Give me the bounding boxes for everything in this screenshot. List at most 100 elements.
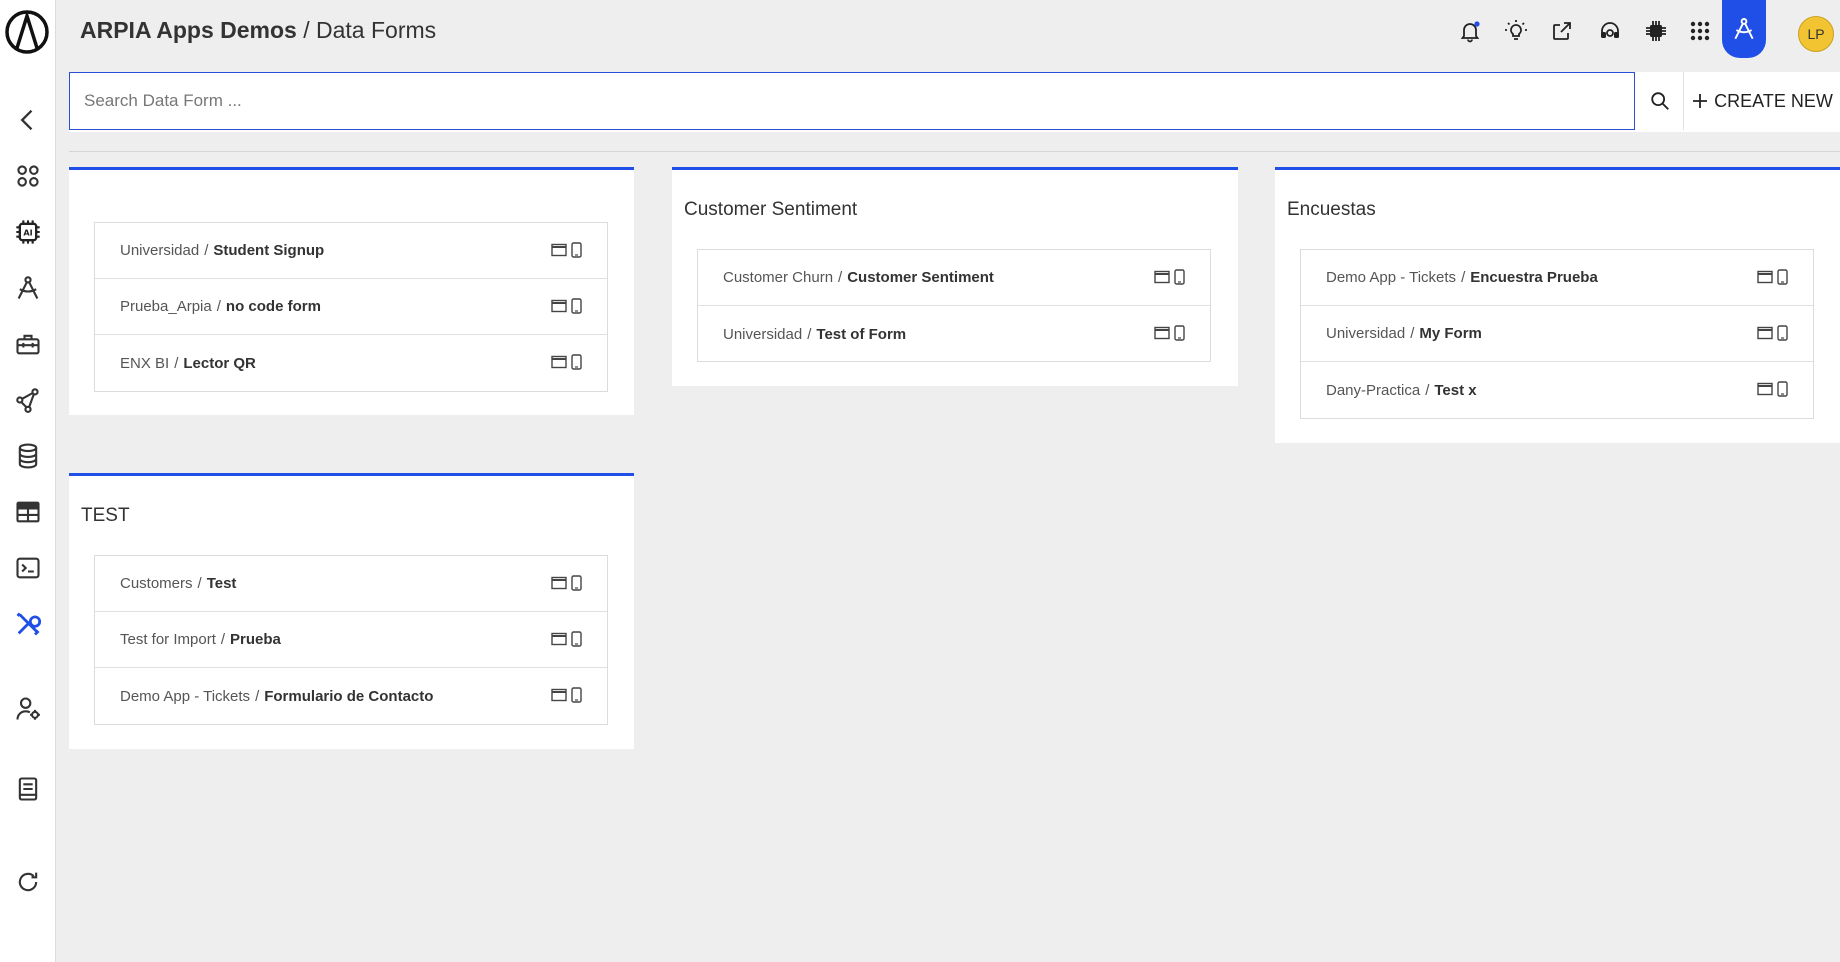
desktop-view-icon[interactable]	[1757, 382, 1773, 396]
mobile-view-icon[interactable]	[571, 575, 582, 591]
mobile-view-icon[interactable]	[1174, 325, 1185, 341]
support-button[interactable]	[1592, 13, 1628, 49]
search-input[interactable]	[69, 72, 1635, 130]
form-sep: /	[174, 354, 179, 372]
form-item[interactable]: Demo App - Tickets / Formulario de Contact…	[95, 668, 607, 724]
breadcrumb-app[interactable]: ARPIA Apps Demos	[80, 17, 297, 43]
form-item[interactable]: Test for Import / Prueba	[95, 612, 607, 668]
network-icon	[15, 388, 39, 413]
form-app: Dany-Practica	[1326, 381, 1421, 399]
form-item[interactable]: Prueba_Arpia / no code form	[95, 279, 607, 335]
sidebar-item-tools[interactable]	[0, 602, 55, 646]
compass-icon	[1734, 18, 1754, 40]
mobile-view-icon[interactable]	[1174, 269, 1185, 285]
form-name: Student Signup	[213, 242, 325, 259]
notifications-button[interactable]	[1452, 13, 1488, 49]
table-icon	[15, 501, 40, 523]
mobile-view-icon[interactable]	[1777, 325, 1788, 341]
view-icons	[1757, 269, 1788, 285]
apps-grid-button[interactable]	[1682, 13, 1718, 49]
sidebar-item-apps[interactable]	[0, 154, 55, 198]
form-sep: /	[1410, 325, 1415, 342]
desktop-view-icon[interactable]	[1154, 270, 1170, 284]
form-name: Test	[206, 575, 237, 592]
refresh-button[interactable]	[0, 860, 55, 904]
create-new-label: CREATE NEW	[1714, 90, 1833, 111]
view-icons	[551, 631, 582, 647]
ai-chip-icon: AI	[15, 220, 40, 244]
form-app: Customer Churn	[723, 269, 834, 286]
view-icons	[1757, 325, 1788, 341]
desktop-view-icon[interactable]	[551, 299, 567, 313]
desktop-view-icon[interactable]	[1757, 270, 1773, 284]
form-app: Universidad	[120, 242, 200, 259]
mobile-view-icon[interactable]	[571, 242, 582, 258]
form-app: Prueba_Arpia	[120, 298, 212, 315]
toolbox-icon	[15, 334, 40, 355]
sidebar-item-user-settings[interactable]	[0, 687, 55, 731]
form-sep: /	[1461, 269, 1466, 286]
ideas-button[interactable]	[1498, 13, 1534, 49]
page-title: Data Forms	[316, 17, 437, 43]
desktop-view-icon[interactable]	[551, 576, 567, 590]
mobile-view-icon[interactable]	[1777, 269, 1788, 285]
form-item[interactable]: Universidad / Student Signup	[95, 223, 607, 279]
sidebar-item-ai[interactable]: AI	[0, 210, 55, 254]
terminal-icon	[15, 557, 40, 579]
desktop-view-icon[interactable]	[551, 632, 567, 646]
form-app: Demo App - Tickets	[120, 687, 251, 705]
view-icons	[1154, 325, 1185, 341]
processor-button[interactable]	[1638, 13, 1674, 49]
sidebar-item-notebook[interactable]	[0, 767, 55, 811]
sidebar-item-network[interactable]	[0, 378, 55, 422]
lightbulb-icon	[1505, 20, 1527, 40]
desktop-view-icon[interactable]	[551, 243, 567, 257]
back-button[interactable]	[0, 98, 55, 142]
form-name: Lector QR	[183, 354, 256, 372]
form-group-card: Customer Sentiment Customer Churn / Custom…	[672, 167, 1238, 386]
form-item[interactable]: ENX BI / Lector QR	[95, 335, 607, 391]
arpia-logo[interactable]	[4, 9, 50, 55]
form-name: Encuestra Prueba	[1470, 269, 1598, 286]
bell-icon	[1460, 21, 1480, 43]
form-item[interactable]: Demo App - Tickets / Encuestra Prueba	[1301, 250, 1813, 306]
desktop-view-icon[interactable]	[551, 355, 567, 369]
mobile-view-icon[interactable]	[1777, 381, 1788, 397]
form-name: Prueba	[230, 631, 281, 648]
desktop-view-icon[interactable]	[551, 688, 567, 702]
create-new-button[interactable]: CREATE NEW	[1685, 72, 1840, 130]
form-sep: /	[1425, 381, 1430, 399]
desktop-view-icon[interactable]	[1154, 326, 1170, 340]
desktop-view-icon[interactable]	[1757, 326, 1773, 340]
group-title: Customer Sentiment	[684, 199, 858, 220]
share-button[interactable]	[1544, 13, 1580, 49]
form-list: Universidad / Student Signup Prueba_Arpia /…	[94, 222, 608, 392]
avatar[interactable]: LP	[1798, 16, 1834, 52]
sidebar-item-table[interactable]	[0, 490, 55, 534]
sidebar-item-toolbox[interactable]	[0, 322, 55, 366]
chip-icon	[1646, 21, 1666, 41]
form-item[interactable]: Universidad / My Form	[1301, 306, 1813, 362]
mobile-view-icon[interactable]	[571, 298, 582, 314]
database-icon	[18, 443, 37, 469]
form-item[interactable]: Customers / Test	[95, 556, 607, 612]
mobile-view-icon[interactable]	[571, 687, 582, 703]
sidebar-item-terminal[interactable]	[0, 546, 55, 590]
plus-icon	[1693, 94, 1708, 108]
compass-icon	[17, 276, 38, 299]
form-app: Universidad	[1326, 325, 1406, 342]
mobile-view-icon[interactable]	[571, 354, 582, 370]
builder-button[interactable]	[1722, 0, 1766, 58]
form-item[interactable]: Dany-Practica / Test x	[1301, 362, 1813, 418]
mobile-view-icon[interactable]	[571, 631, 582, 647]
sidebar-item-database[interactable]	[0, 434, 55, 478]
form-item[interactable]: Universidad / Test of Form	[698, 306, 1210, 362]
sidebar: AI	[0, 0, 56, 962]
breadcrumb: ARPIA Apps Demos / Data Forms	[80, 17, 436, 44]
form-sep: /	[838, 269, 843, 286]
sidebar-item-compass[interactable]	[0, 266, 55, 310]
search-button[interactable]	[1637, 72, 1684, 130]
form-item[interactable]: Customer Churn / Customer Sentiment	[698, 250, 1210, 306]
form-name: Test x	[1434, 381, 1477, 399]
view-icons	[551, 354, 582, 370]
